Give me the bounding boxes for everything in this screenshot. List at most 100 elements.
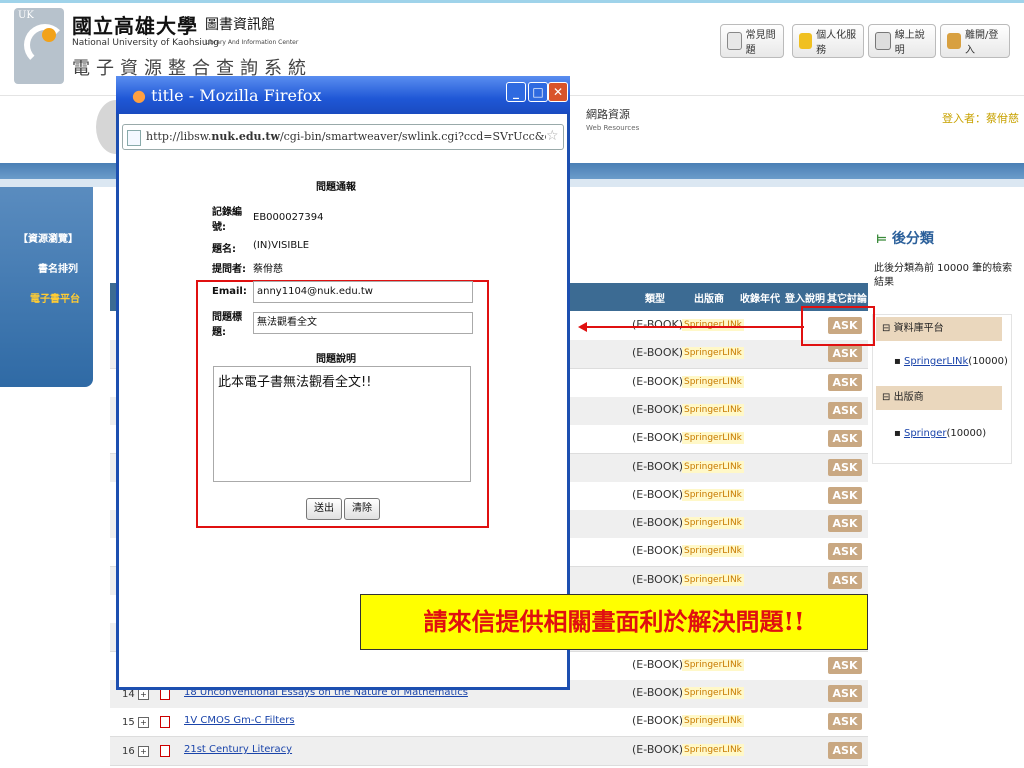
row-type: (E-BOOK) (632, 403, 683, 416)
row-type: (E-BOOK) (632, 714, 683, 727)
ask-button[interactable]: ASK (828, 402, 862, 419)
facet-group-publisher[interactable]: ⊟ 出版商 (876, 386, 1002, 410)
email-label: Email: (212, 286, 247, 297)
arrow-left-icon (578, 322, 587, 332)
column-header-login-help[interactable]: 登入說明 (785, 290, 825, 305)
column-header-type[interactable]: 類型 (645, 290, 665, 305)
row-publisher[interactable]: SpringerLINk (682, 687, 744, 699)
facet-title: ⊨ 後分類 (876, 231, 934, 247)
ask-button[interactable]: ASK (828, 657, 862, 674)
library-name-cn: 圖書資訊館 (205, 17, 275, 33)
bullet-icon: ▪ (894, 428, 904, 439)
ask-button[interactable]: ASK (828, 345, 862, 362)
row-publisher[interactable]: SpringerLINk (682, 489, 744, 501)
bookmark-star-icon[interactable]: ☆ (546, 128, 559, 144)
facet-tree-icon: ⊨ (876, 232, 887, 246)
row-type: (E-BOOK) (632, 346, 683, 359)
subject-field[interactable]: 無法觀看全文 (253, 312, 473, 334)
asker-value: 蔡佾慈 (253, 264, 283, 275)
row-publisher[interactable]: SpringerLINk (682, 376, 744, 388)
row-type: (E-BOOK) (632, 544, 683, 557)
ask-button[interactable]: ASK (828, 459, 862, 476)
ask-button[interactable]: ASK (828, 487, 862, 504)
expand-icon[interactable]: + (138, 689, 149, 700)
row-publisher[interactable]: SpringerLINk (682, 319, 744, 331)
description-textarea[interactable]: 此本電子書無法觀看全文!! (213, 366, 471, 482)
web-resources-link[interactable]: 網路資源 (586, 106, 630, 122)
university-name-cn: 國立高雄大學 (72, 14, 198, 38)
book-title-link[interactable]: 1V CMOS Gm-C Filters (184, 715, 295, 726)
email-field[interactable]: anny1104@nuk.edu.tw (253, 281, 473, 303)
callout-note: 請來信提供相關畫面利於解決問題!! (360, 594, 868, 650)
clear-button[interactable]: 清除 (344, 498, 380, 520)
faq-button[interactable]: 常見問題 (720, 24, 784, 58)
column-header-discussion[interactable]: 其它討論 (827, 290, 867, 305)
ask-button[interactable]: ASK (828, 713, 862, 730)
university-name-en: National University of Kaohsiung (72, 38, 219, 48)
row-type: (E-BOOK) (632, 658, 683, 671)
left-sidebar (0, 187, 93, 387)
row-publisher[interactable]: SpringerLINk (682, 545, 744, 557)
url-text[interactable]: http://libsw.nuk.edu.tw/cgi-bin/smartwea… (146, 130, 546, 143)
ask-button[interactable]: ASK (828, 543, 862, 560)
sidebar-item-browse[interactable]: 【資源瀏覽】 (0, 230, 93, 245)
ask-button[interactable]: ASK (828, 374, 862, 391)
row-publisher[interactable]: SpringerLINk (682, 432, 744, 444)
ask-button[interactable]: ASK (828, 685, 862, 702)
ask-button[interactable]: ASK (828, 572, 862, 589)
title-value: (IN)VISIBLE (253, 240, 310, 251)
description-title: 問題說明 (316, 354, 356, 365)
book-title-link[interactable]: 21st Century Literacy (184, 744, 292, 755)
row-publisher[interactable]: SpringerLINk (682, 574, 744, 586)
row-type: (E-BOOK) (632, 488, 683, 501)
ask-button[interactable]: ASK (828, 515, 862, 532)
row-publisher[interactable]: SpringerLINk (682, 744, 744, 756)
ask-highlight-box (801, 306, 875, 346)
facet-group-database[interactable]: ⊟ 資料庫平台 (876, 317, 1002, 341)
row-type: (E-BOOK) (632, 375, 683, 388)
facet-item-springerlink[interactable]: ▪ SpringerLINk(10000) (894, 356, 1008, 367)
ask-button[interactable]: ASK (828, 430, 862, 447)
arrow-line (586, 326, 804, 328)
close-button[interactable]: ✕ (548, 82, 568, 102)
document-icon[interactable] (160, 716, 170, 728)
facet-item-springer[interactable]: ▪ Springer(10000) (894, 428, 986, 439)
popup-title: ● title - Mozilla Firefox (132, 86, 322, 105)
record-value: EB000027394 (253, 212, 324, 223)
sidebar-item-ebook-platform[interactable]: 電子書平台 (0, 290, 93, 305)
row-type: (E-BOOK) (632, 573, 683, 586)
bullet-icon: ▪ (894, 356, 904, 367)
minimize-button[interactable]: _ (506, 82, 526, 102)
row-type: (E-BOOK) (632, 686, 683, 699)
row-type: (E-BOOK) (632, 516, 683, 529)
record-label: 記錄編號: (212, 207, 242, 233)
row-number: 16 (122, 746, 135, 757)
person-icon (799, 33, 813, 49)
row-publisher[interactable]: SpringerLINk (682, 461, 744, 473)
row-number: 14 (122, 689, 135, 700)
asker-label: 提問者: (212, 264, 246, 275)
page-icon (127, 130, 141, 146)
hand-pointer-icon (727, 32, 742, 50)
column-header-publisher[interactable]: 出版商 (694, 290, 724, 305)
submit-button[interactable]: 送出 (306, 498, 342, 520)
maximize-button[interactable]: □ (528, 82, 548, 102)
sidebar-item-title-sort[interactable]: 書名排列 (0, 260, 93, 275)
row-type: (E-BOOK) (632, 743, 683, 756)
row-publisher[interactable]: SpringerLINk (682, 347, 744, 359)
logout-login-button[interactable]: 離開/登入 (940, 24, 1010, 58)
document-icon[interactable] (160, 745, 170, 757)
university-logo: UK (14, 8, 66, 84)
expand-icon[interactable]: + (138, 717, 149, 728)
row-publisher[interactable]: SpringerLINk (682, 404, 744, 416)
row-publisher[interactable]: SpringerLINk (682, 715, 744, 727)
row-publisher[interactable]: SpringerLINk (682, 659, 744, 671)
facet-note: 此後分類為前 10000 筆的檢索結果 (874, 263, 1013, 288)
ask-button[interactable]: ASK (828, 742, 862, 759)
personal-service-button[interactable]: 個人化服務 (792, 24, 864, 58)
online-help-button[interactable]: 線上說明 (868, 24, 936, 58)
subject-label: 問題標題: (212, 312, 242, 338)
row-publisher[interactable]: SpringerLINk (682, 517, 744, 529)
expand-icon[interactable]: + (138, 746, 149, 757)
column-header-years[interactable]: 收錄年代 (740, 290, 780, 305)
